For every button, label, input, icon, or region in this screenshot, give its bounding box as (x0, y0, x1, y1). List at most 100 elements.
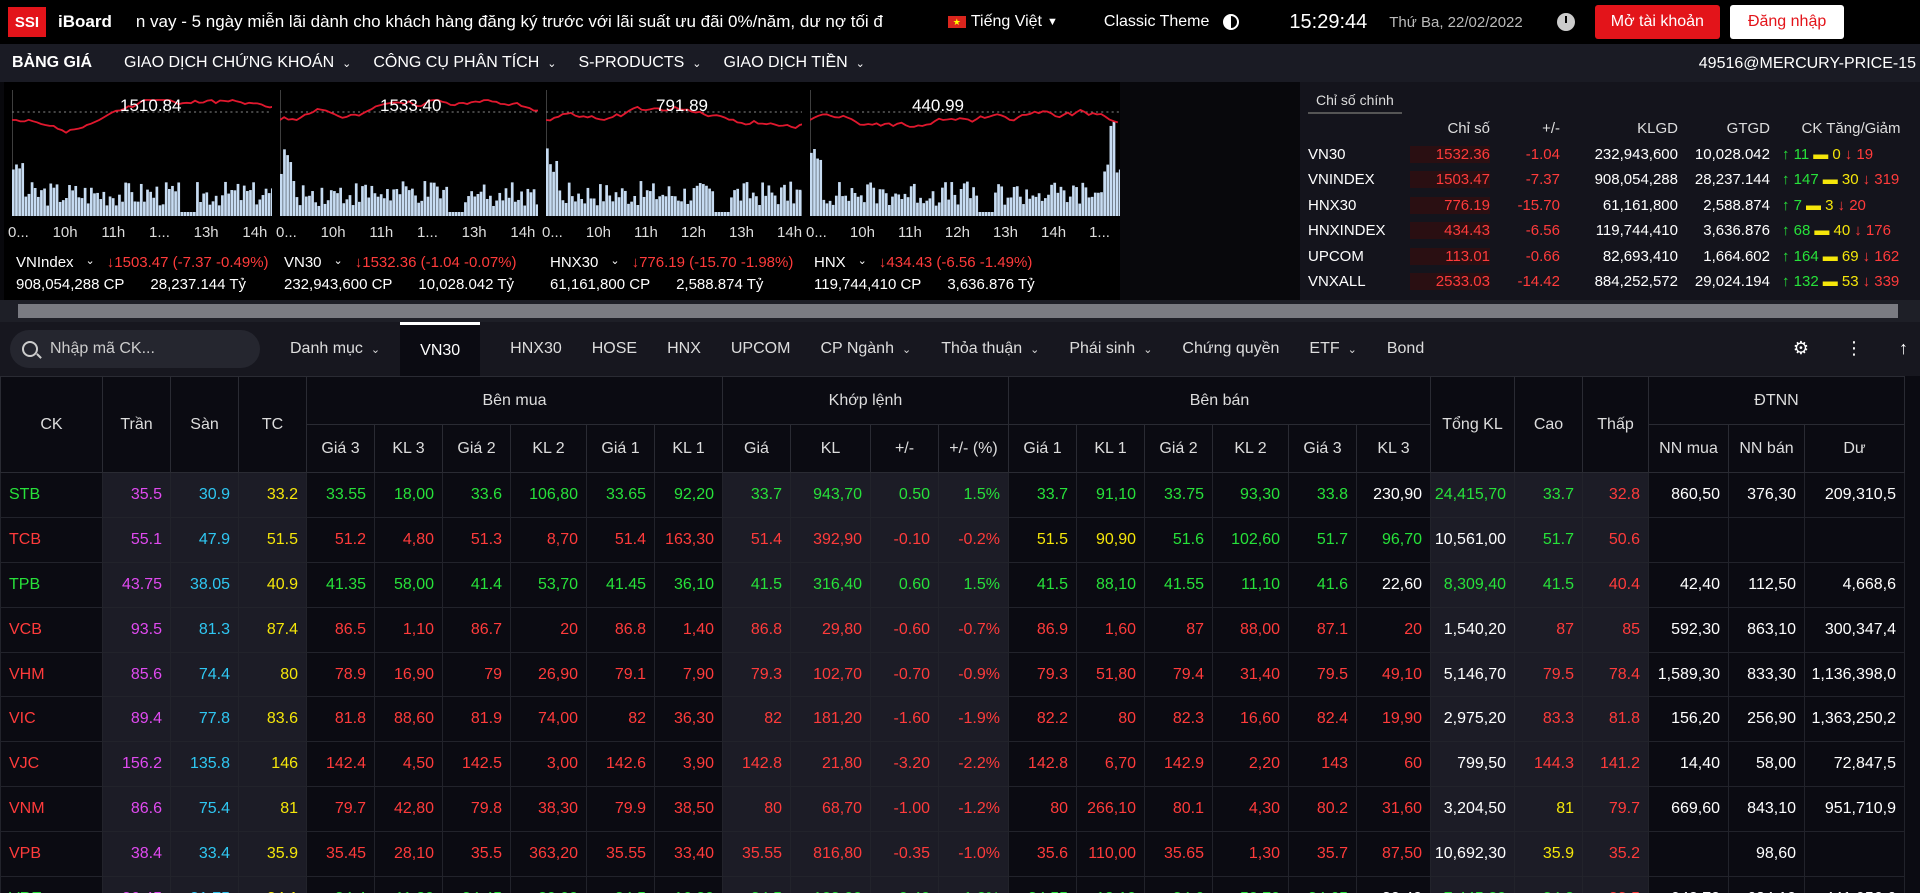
menu-label: GIAO DỊCH TIỀN (723, 54, 848, 71)
table-row[interactable]: VJC 156.2 135.8 146 142.4 4,50 142.5 3,00 142.6 3… (0, 741, 1905, 788)
tab-main-indices[interactable]: Chỉ số chính (1308, 88, 1402, 114)
ssi-logo[interactable]: SSI (8, 7, 46, 37)
col-header[interactable]: Cao (1514, 376, 1583, 473)
col-header[interactable]: TC (238, 376, 307, 473)
col-header[interactable]: Giá 1 (1008, 424, 1077, 473)
col-header[interactable]: Giá 1 (586, 424, 655, 473)
index-row[interactable]: HNX30 776.19 -15.70 61,161,800 2,588.874… (1300, 193, 1920, 219)
col-header[interactable]: Sàn (170, 376, 239, 473)
stock-symbol[interactable]: VRE (0, 876, 103, 893)
tab-hose[interactable]: HOSE (592, 322, 637, 376)
col-header[interactable]: Tổng KL (1430, 376, 1515, 473)
tab-agreement[interactable]: Thỏa thuận ⌄ (941, 322, 1039, 376)
stock-symbol[interactable]: VIC (0, 696, 103, 743)
vietnam-flag-icon: ★ (947, 16, 966, 28)
table-row[interactable]: VCB 93.5 81.3 87.4 86.5 1,10 86.7 20 86.8 1,40 86.… (0, 606, 1905, 653)
col-header[interactable]: NN bán (1728, 424, 1805, 473)
col-header[interactable]: NN mua (1648, 424, 1729, 473)
board-cell: 40.4 (1582, 561, 1649, 608)
tab-bond[interactable]: Bond (1387, 322, 1424, 376)
stock-symbol[interactable]: VNM (0, 786, 103, 833)
clock-time: 15:29:44 (1289, 10, 1368, 33)
x-tick-label: 1... (1089, 224, 1110, 241)
col-header[interactable]: KL 3 (1356, 424, 1431, 473)
scrollbar-thumb[interactable] (18, 304, 1898, 318)
index-change: -0.66 (1525, 247, 1560, 265)
tab-upcom[interactable]: UPCOM (731, 322, 791, 376)
news-ticker[interactable]: n vay - 5 ngày miễn lãi dành cho khách h… (136, 12, 936, 32)
menu-analysis-tools[interactable]: CÔNG CỤ PHÂN TÍCH ⌄ (373, 54, 556, 72)
tab-vn30[interactable]: VN30 (400, 322, 481, 376)
stock-symbol[interactable]: VHM (0, 651, 103, 698)
board-cell: 1,540,20 (1430, 606, 1515, 653)
stock-symbol[interactable]: TPB (0, 561, 103, 608)
menu-price-board[interactable]: BẢNG GIÁ (12, 54, 92, 72)
chart-index-name: VN30 (284, 254, 322, 271)
decline-count: ↓ 319 (1862, 171, 1900, 189)
tab-label: UPCOM (730, 340, 791, 357)
language-select[interactable]: ★ Tiếng Việt ▼ (947, 13, 1058, 31)
menu-securities-trading[interactable]: GIAO DỊCH CHỨNG KHOÁN ⌄ (124, 54, 351, 72)
stock-symbol[interactable]: TCB (0, 516, 103, 563)
col-header[interactable]: +/- (870, 424, 939, 473)
index-chart-card[interactable]: 440.99 0... 10h 11h 12h 13h 14h 1... HNX ⌄ ↓43… (802, 82, 1120, 300)
login-button[interactable]: Đăng nhập (1729, 5, 1845, 39)
col-header[interactable]: KL 2 (1212, 424, 1289, 473)
horizontal-scrollbar[interactable] (0, 300, 1920, 322)
board-cell: 2,975,20 (1430, 696, 1515, 743)
board-cell: 33.55 (306, 472, 375, 518)
col-header[interactable]: KL 1 (654, 424, 723, 473)
table-row[interactable]: VNM 86.6 75.4 81 79.7 42,80 79.8 38,30 79.9 38,50… (0, 786, 1905, 833)
board-cell: 88,60 (374, 696, 443, 743)
theme-toggle-icon[interactable] (1223, 14, 1240, 30)
stock-symbol[interactable]: VCB (0, 606, 103, 653)
more-vertical-icon[interactable]: ⋮ (1845, 338, 1863, 359)
col-header[interactable]: Dư (1804, 424, 1905, 473)
index-row[interactable]: HNXINDEX 434.43 -6.56 119,744,410 3,636.… (1300, 218, 1920, 244)
col-header[interactable]: KL 1 (1076, 424, 1145, 473)
gear-icon[interactable]: ⚙ (1793, 338, 1809, 359)
col-header[interactable]: Thấp (1582, 376, 1649, 473)
table-row[interactable]: STB 35.5 30.9 33.2 33.55 18,00 33.6 106,80 33.65… (0, 472, 1905, 518)
stock-symbol[interactable]: VJC (0, 741, 103, 788)
menu-cash-trading[interactable]: GIAO DỊCH TIỀN ⌄ (724, 54, 865, 72)
index-row[interactable]: VNXALL 2533.03 -14.42 884,252,572 29,024… (1300, 269, 1920, 295)
stock-symbol[interactable]: VPB (0, 831, 103, 878)
tab-hnx30[interactable]: HNX30 (510, 322, 562, 376)
menu-s-products[interactable]: S-PRODUCTS ⌄ (579, 54, 702, 72)
col-header[interactable]: Giá 2 (1144, 424, 1213, 473)
col-header[interactable]: Trần (102, 376, 171, 473)
table-row[interactable]: TPB 43.75 38.05 40.9 41.35 58,00 41.4 53,70 41.4… (0, 561, 1905, 608)
tab-hnx[interactable]: HNX (667, 322, 701, 376)
tab-derivatives[interactable]: Phái sinh ⌄ (1069, 322, 1152, 376)
tab-warrants[interactable]: Chứng quyền (1182, 322, 1279, 376)
stock-symbol[interactable]: STB (0, 472, 103, 518)
table-row[interactable]: VIC 89.4 77.8 83.6 81.8 88,60 81.9 74,00 82 36,30… (0, 696, 1905, 743)
col-header[interactable]: Giá (722, 424, 791, 473)
table-row[interactable]: TCB 55.1 47.9 51.5 51.2 4,80 51.3 8,70 51.4 163,3… (0, 516, 1905, 563)
col-header[interactable]: Giá 3 (1288, 424, 1357, 473)
theme-label[interactable]: Classic Theme (1104, 13, 1210, 31)
col-header[interactable]: KL 3 (374, 424, 443, 473)
col-header[interactable]: CK (0, 376, 103, 473)
col-header[interactable]: Giá 3 (306, 424, 375, 473)
tab-sector[interactable]: CP Ngành ⌄ (820, 322, 911, 376)
col-header[interactable]: KL 2 (510, 424, 587, 473)
table-row[interactable]: VRE36.4531.7534.134.411,8034.4520,9034.5… (0, 876, 1905, 893)
index-row[interactable]: VN30 1532.36 -1.04 232,943,600 10,028.04… (1300, 142, 1920, 168)
col-header[interactable]: +/- (%) (938, 424, 1009, 473)
index-row[interactable]: UPCOM 113.01 -0.66 82,693,410 1,664.602 … (1300, 244, 1920, 270)
app-name[interactable]: iBoard (58, 12, 112, 32)
col-header[interactable]: KL (790, 424, 871, 473)
board-cell: 80.1 (1144, 786, 1213, 833)
open-account-button[interactable]: Mở tài khoản (1594, 5, 1720, 39)
tab-watchlist[interactable]: Danh mục ⌄ (290, 322, 380, 376)
arrow-up-icon[interactable]: ↑ (1899, 338, 1908, 359)
clock-icon[interactable] (1556, 13, 1575, 31)
col-header[interactable]: Giá 2 (442, 424, 511, 473)
index-row[interactable]: VNINDEX 1503.47 -7.37 908,054,288 28,237… (1300, 167, 1920, 193)
table-row[interactable]: VPB 38.4 33.4 35.9 35.45 28,10 35.5 363,20 35.55… (0, 831, 1905, 878)
table-row[interactable]: VHM 85.6 74.4 80 78.9 16,90 79 26,90 79.1 7,90 79.… (0, 651, 1905, 698)
tab-etf[interactable]: ETF ⌄ (1309, 322, 1356, 376)
stock-search-input[interactable]: Nhập mã CK... (10, 330, 260, 368)
